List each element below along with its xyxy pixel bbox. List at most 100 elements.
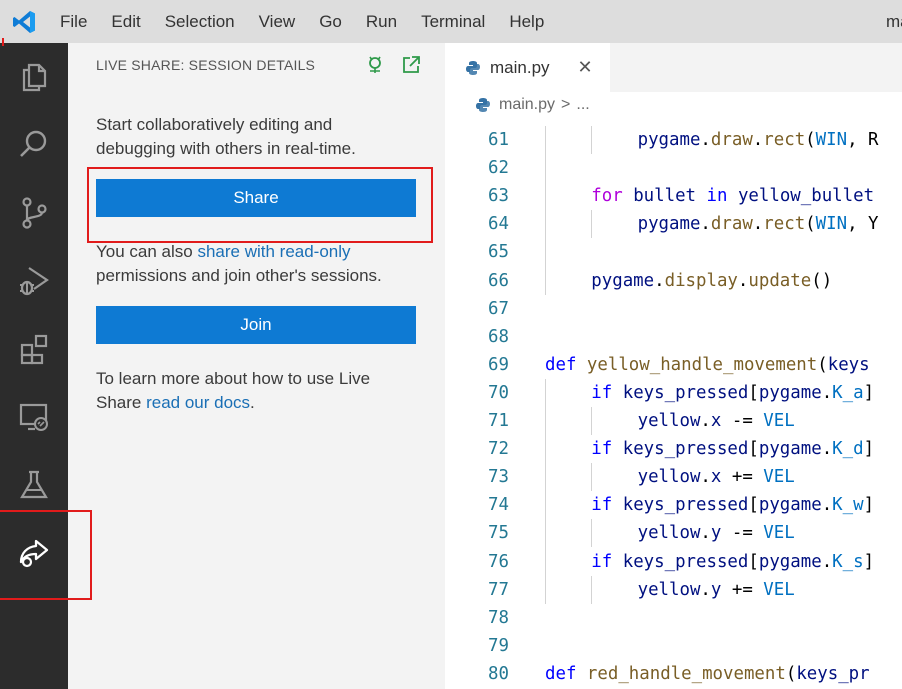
code-token: ] (863, 382, 875, 403)
read-docs-link[interactable]: read our docs (146, 393, 250, 412)
code-token: if (591, 382, 613, 403)
code-line[interactable]: 73 yellow.x += VEL (445, 463, 902, 492)
read-only-prefix: You can also (96, 242, 198, 261)
extensions-icon[interactable] (0, 315, 68, 383)
code-text: if keys_pressed[pygame.K_d] (591, 435, 874, 463)
indent-guide (591, 463, 593, 492)
open-external-icon[interactable] (400, 54, 422, 76)
line-number: 77 (488, 579, 509, 600)
code-token: if (591, 495, 613, 516)
menu-file[interactable]: File (48, 0, 99, 43)
code-token: keys_pr (796, 663, 870, 684)
code-text: pygame.draw.rect(WIN, R (638, 126, 879, 154)
code-line[interactable]: 80 def red_handle_movement(keys_pr (445, 660, 902, 688)
code-line[interactable]: 76 if keys_pressed[pygame.K_s] (445, 547, 902, 576)
tab-main-py[interactable]: main.py ✕ (445, 43, 610, 92)
code-line[interactable]: 68 (445, 323, 902, 351)
menu-terminal[interactable]: Terminal (409, 0, 497, 43)
remote-explorer-icon[interactable] (0, 383, 68, 451)
line-number: 61 (488, 130, 509, 150)
code-text: if keys_pressed[pygame.K_s] (591, 548, 874, 576)
feedback-icon[interactable] (364, 54, 386, 76)
read-only-suffix: permissions and join other's sessions. (96, 266, 382, 285)
testing-icon[interactable] (0, 451, 68, 519)
menu-selection[interactable]: Selection (153, 0, 247, 43)
code-token: K_d (832, 439, 864, 460)
code-token: for (591, 186, 623, 207)
code-line[interactable]: 74 if keys_pressed[pygame.K_w] (445, 491, 902, 520)
search-icon[interactable] (0, 111, 68, 179)
code-token: . (821, 495, 833, 516)
learn-more-text: To learn more about how to use Live Shar… (96, 367, 416, 415)
code-line[interactable]: 75 yellow.y -= VEL (445, 519, 902, 548)
line-number: 76 (488, 551, 509, 572)
code-token: pygame (758, 495, 822, 516)
code-token: . (752, 130, 764, 150)
code-line[interactable]: 66 pygame.display.update() (445, 266, 902, 295)
indent-guide (591, 575, 593, 604)
code-text: def red_handle_movement(keys_pr (545, 660, 870, 688)
code-token: draw (710, 130, 753, 150)
code-line[interactable]: 79 (445, 632, 902, 660)
code-line[interactable]: 71 yellow.x -= VEL (445, 407, 902, 436)
code-line[interactable]: 69 def yellow_handle_movement(keys (445, 351, 902, 379)
code-text: def yellow_handle_movement(keys (545, 351, 870, 379)
line-number: 68 (488, 326, 509, 347)
code-token: . (700, 579, 711, 600)
line-number: 74 (488, 495, 509, 516)
editor-tabs: main.py ✕ (445, 43, 902, 92)
code-text: for bullet in yellow_bullet (591, 182, 874, 210)
code-line[interactable]: 78 (445, 604, 902, 632)
menu-go[interactable]: Go (307, 0, 354, 43)
code-token: bullet (633, 186, 697, 207)
run-debug-icon[interactable] (0, 247, 68, 315)
code-line[interactable]: 65 (445, 238, 902, 266)
indent-guide (591, 519, 593, 548)
code-text: pygame.display.update() (591, 267, 832, 295)
code-token: ( (785, 663, 797, 684)
join-button[interactable]: Join (96, 306, 416, 344)
breadcrumb-file[interactable]: main.py (499, 96, 555, 114)
indent-guide (545, 126, 546, 295)
learn-more-suffix: . (250, 393, 255, 412)
code-text: if keys_pressed[pygame.K_a] (591, 379, 874, 407)
code-line[interactable]: 77 yellow.y += VEL (445, 575, 902, 604)
code-token: ] (863, 551, 875, 572)
code-token: ( (817, 354, 828, 375)
code-line[interactable]: 67 (445, 295, 902, 323)
menu-help[interactable]: Help (497, 0, 556, 43)
code-line[interactable]: 70 if keys_pressed[pygame.K_a] (445, 378, 902, 407)
menu-run[interactable]: Run (354, 0, 409, 43)
read-only-text: You can also share with read-only permis… (96, 240, 416, 288)
indent-guide (591, 407, 593, 436)
tab-close-icon[interactable]: ✕ (578, 57, 593, 78)
code-token: yellow (637, 411, 701, 431)
indent-guide (591, 210, 593, 239)
live-share-sidebar: LIVE SHARE: SESSION DETAILS Start collab… (68, 43, 445, 689)
code-line[interactable]: 72 if keys_pressed[pygame.K_d] (445, 435, 902, 464)
code-line[interactable]: 62 (445, 154, 902, 182)
menu-bar: File Edit Selection View Go Run Terminal… (48, 0, 556, 43)
code-line[interactable]: 64 pygame.draw.rect(WIN, Y (445, 210, 902, 239)
menu-view[interactable]: View (247, 0, 308, 43)
code-token: . (700, 523, 711, 544)
editor-area: main.py ✕ main.py > ... 61 pygame.draw.re… (445, 43, 902, 689)
share-read-only-link[interactable]: share with read-only (197, 242, 350, 261)
code-line[interactable]: 61 pygame.draw.rect(WIN, R (445, 126, 902, 155)
menu-edit[interactable]: Edit (99, 0, 152, 43)
explorer-icon[interactable] (0, 43, 68, 111)
code-line[interactable]: 63 for bullet in yellow_bullet (445, 182, 902, 211)
line-number: 75 (488, 523, 509, 544)
line-number: 80 (488, 663, 509, 684)
code-token: -= (721, 523, 764, 544)
source-control-icon[interactable] (0, 179, 68, 247)
line-number: 73 (488, 467, 509, 488)
breadcrumb-symbol[interactable]: ... (576, 96, 589, 114)
code-token: [ (748, 439, 759, 460)
code-token: += (721, 467, 764, 488)
